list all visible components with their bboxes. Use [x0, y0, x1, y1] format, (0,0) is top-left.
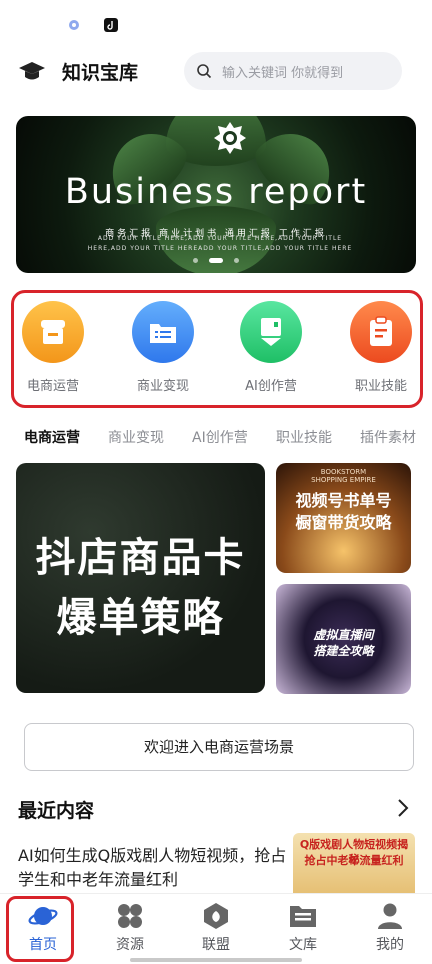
leaf-bag-icon: [204, 903, 228, 929]
person-icon: [378, 903, 402, 929]
carousel-dots[interactable]: [16, 250, 416, 269]
card-title-line1: 视频号书单号: [295, 491, 392, 510]
featured-card-booklist[interactable]: BOOKSTORM SHOPPING EMPIRE 视频号书单号 橱窗带货攻略: [276, 463, 411, 573]
app-title: 知识宝库: [62, 62, 139, 84]
tabbar-label: 文库: [289, 937, 317, 953]
chevron-right-icon[interactable]: [396, 798, 410, 818]
tabbar-label: 联盟: [202, 937, 230, 953]
recent-article-thumbnail[interactable]: Q版戏剧人物短视频揭秘 抢占中老年流量红利: [293, 833, 415, 893]
status-bar: [0, 0, 432, 46]
tabbar-resources[interactable]: 资源: [95, 902, 165, 954]
featured-card-virtual-live[interactable]: 虚拟直播间 搭建全攻略: [276, 584, 411, 694]
tab-monetize[interactable]: 商业变现: [108, 427, 164, 447]
graduation-cap-icon: [19, 62, 45, 80]
category-ai[interactable]: AI创作营: [226, 301, 316, 394]
tabbar-library[interactable]: 文库: [268, 902, 338, 954]
category-label: 电商运营: [26, 379, 79, 394]
card-brand-line2: SHOPPING EMPIRE: [311, 476, 376, 484]
category-label: 商业变现: [136, 379, 189, 394]
featured-card-douyin[interactable]: 抖店商品卡 爆单策略: [16, 463, 265, 693]
card-title-line2: 搭建全攻略: [313, 644, 374, 658]
bookmark-icon: [261, 318, 281, 346]
recent-article-title[interactable]: AI如何生成Q版戏剧人物短视频，抢占学生和中老年流量红利: [18, 844, 288, 892]
welcome-scene-button[interactable]: 欢迎进入电商运营场景: [24, 723, 414, 771]
emblem-icon: [214, 122, 246, 154]
category-ecommerce-circle: [22, 301, 84, 363]
tab-ecommerce[interactable]: 电商运营: [24, 427, 80, 447]
tabbar-label: 资源: [116, 937, 144, 953]
app-icon: [69, 20, 79, 30]
header: 知识宝库 输入关键词 你就得到: [0, 48, 432, 94]
hero-banner[interactable]: Business report 商务汇报 商业计划书 通用汇报 工作汇报 ADD…: [16, 116, 416, 273]
home-indicator[interactable]: [130, 958, 302, 962]
recent-section-title: 最近内容: [18, 800, 95, 822]
category-tabs: 电商运营 商业变现 AI创作营 职业技能 插件素材: [0, 424, 432, 450]
category-career-circle: [350, 301, 412, 363]
store-icon: [41, 320, 65, 344]
banner-title: Business report: [64, 172, 368, 212]
category-label: 职业技能: [354, 379, 407, 394]
clipboard-icon: [370, 316, 392, 346]
category-monetize[interactable]: 商业变现: [118, 301, 208, 394]
search-input[interactable]: 输入关键词 你就得到: [184, 52, 402, 90]
carousel-dot-active[interactable]: [209, 258, 223, 263]
folder-icon: [290, 906, 316, 927]
tabbar-label: 我的: [376, 937, 404, 953]
tab-career[interactable]: 职业技能: [276, 427, 332, 447]
card-brand-line1: BOOKSTORM: [320, 468, 367, 476]
search-icon: [197, 64, 212, 79]
card-title-line2: 橱窗带货攻略: [295, 513, 392, 532]
category-ai-circle: [240, 301, 302, 363]
tabbar-mine[interactable]: 我的: [355, 902, 425, 954]
category-monetize-circle: [132, 301, 194, 363]
category-career[interactable]: 职业技能: [336, 301, 426, 394]
category-row: 电商运营 商业变现 AI创作营 职业技能: [11, 290, 423, 408]
card-title-line1: 虚拟直播间: [313, 628, 374, 642]
carousel-dot[interactable]: [192, 258, 198, 263]
list-folder-icon: [150, 324, 176, 343]
tiktok-icon: [104, 18, 118, 32]
card-title-line1: 抖店商品卡: [35, 535, 246, 581]
grid-icon: [118, 904, 142, 928]
category-ecommerce[interactable]: 电商运营: [8, 301, 98, 394]
thumb-line2: 抢占中老年流量红利: [304, 854, 404, 867]
card-title-line2: 爆单策略: [56, 595, 225, 641]
tabbar-alliance[interactable]: 联盟: [181, 902, 251, 954]
home-tab-highlight: [6, 896, 74, 962]
tab-ai[interactable]: AI创作营: [192, 427, 248, 447]
carousel-dot[interactable]: [234, 258, 240, 263]
tab-plugins[interactable]: 插件素材: [360, 427, 416, 447]
category-label: AI创作营: [245, 379, 297, 394]
search-placeholder: 输入关键词 你就得到: [222, 66, 344, 81]
